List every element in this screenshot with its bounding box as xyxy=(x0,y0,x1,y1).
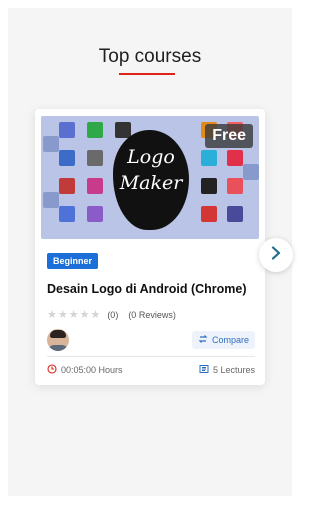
rating-row: ★★★★★ (0) (0 Reviews) xyxy=(47,308,176,321)
compare-button[interactable]: Compare xyxy=(191,331,255,349)
title-underline xyxy=(119,73,175,75)
course-title[interactable]: Desain Logo di Android (Chrome) xyxy=(47,282,257,296)
clock-icon xyxy=(47,364,57,376)
thumbnail-text-line1: Logo xyxy=(127,146,175,168)
star-icon: ★★★★★ xyxy=(47,309,102,321)
lectures: 5 Lectures xyxy=(199,364,255,376)
course-thumbnail[interactable]: Logo Maker Free xyxy=(41,116,259,239)
chevron-right-icon xyxy=(270,245,282,265)
lectures-text: 5 Lectures xyxy=(212,365,255,375)
compare-label: Compare xyxy=(211,335,249,345)
compare-icon xyxy=(198,334,208,346)
divider xyxy=(47,356,255,357)
duration: 00:05:00 Hours xyxy=(47,364,123,376)
course-card[interactable]: Logo Maker Free Beginner Desain Logo di … xyxy=(35,109,265,385)
next-slide-button[interactable] xyxy=(259,238,293,272)
lectures-icon xyxy=(199,364,209,376)
duration-text: 00:05:00 Hours xyxy=(61,365,123,375)
section-title: Top courses xyxy=(98,46,202,67)
thumbnail-text-line2: Maker xyxy=(119,172,183,194)
reviews-count: (0 Reviews) xyxy=(128,309,176,320)
level-badge: Beginner xyxy=(47,253,99,269)
price-badge: Free xyxy=(205,124,253,148)
avatar[interactable] xyxy=(47,329,69,351)
rating-count: (0) xyxy=(107,309,119,320)
